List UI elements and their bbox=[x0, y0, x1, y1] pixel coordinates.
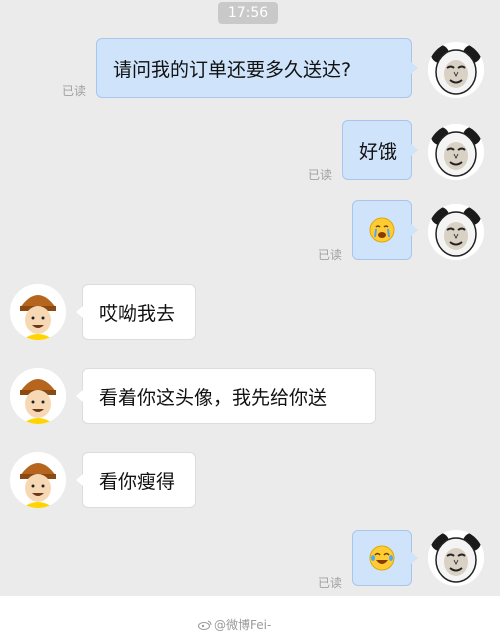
courier-avatar[interactable] bbox=[10, 452, 66, 508]
message-bubble[interactable] bbox=[352, 200, 418, 260]
delivery-courier-avatar-icon bbox=[10, 284, 66, 340]
user-avatar[interactable] bbox=[428, 530, 484, 586]
message-bubble[interactable]: 请问我的订单还要多久送达? bbox=[96, 38, 418, 98]
courier-avatar[interactable] bbox=[10, 284, 66, 340]
read-receipt: 已读 bbox=[318, 248, 343, 262]
user-avatar[interactable] bbox=[428, 204, 484, 260]
message-text: 好饿 bbox=[359, 140, 398, 163]
read-receipt: 已读 bbox=[318, 576, 343, 590]
message-bubble[interactable]: 好饿 bbox=[342, 120, 418, 180]
message-text: 请问我的订单还要多久送达? bbox=[113, 58, 352, 81]
panda-meme-face-icon bbox=[428, 124, 484, 180]
read-receipt: 已读 bbox=[308, 168, 333, 182]
crying-face-emoji-icon bbox=[369, 217, 395, 243]
message-bubble[interactable]: 哎呦我去 bbox=[76, 284, 196, 340]
delivery-courier-avatar-icon bbox=[10, 452, 66, 508]
panda-meme-face-icon bbox=[428, 42, 484, 98]
watermark-text: @微博Fei- bbox=[214, 618, 272, 632]
panda-meme-face-icon bbox=[428, 204, 484, 260]
watermark: @微博Fei- bbox=[198, 616, 271, 633]
timestamp-pill: 17:56 bbox=[218, 2, 278, 24]
weibo-logo-icon bbox=[198, 620, 212, 630]
courier-avatar[interactable] bbox=[10, 368, 66, 424]
message-text: 看着你这头像，我先给你送 bbox=[99, 386, 328, 409]
user-avatar[interactable] bbox=[428, 42, 484, 98]
user-avatar[interactable] bbox=[428, 124, 484, 180]
message-bubble[interactable]: 看你瘦得 bbox=[76, 452, 196, 508]
message-bubble[interactable]: 看着你这头像，我先给你送 bbox=[76, 368, 376, 424]
message-text: 哎呦我去 bbox=[99, 302, 176, 325]
tears-of-joy-emoji-icon bbox=[369, 545, 395, 571]
message-text: 看你瘦得 bbox=[99, 470, 176, 493]
message-bubble[interactable] bbox=[352, 530, 418, 586]
read-receipt: 已读 bbox=[62, 84, 87, 98]
delivery-courier-avatar-icon bbox=[10, 368, 66, 424]
panda-meme-face-icon bbox=[428, 530, 484, 586]
